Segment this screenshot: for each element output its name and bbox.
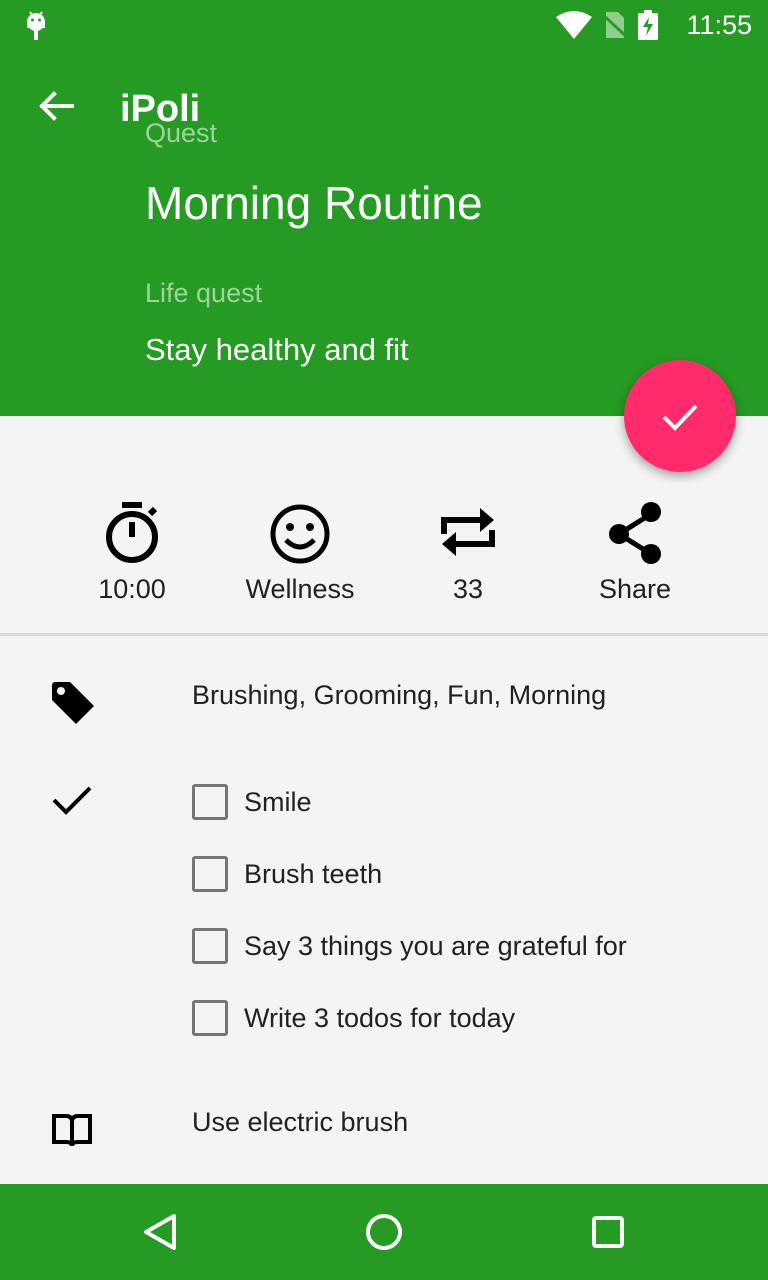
sub-quest-checkbox[interactable]: [192, 856, 228, 892]
duration-action[interactable]: 10:00: [52, 500, 212, 610]
status-time: 11:55: [686, 10, 752, 40]
home-circle-icon[interactable]: [360, 1208, 408, 1256]
book-icon: [52, 1114, 92, 1147]
sub-quest-item[interactable]: Smile: [192, 782, 312, 822]
wifi-icon: [556, 11, 592, 39]
tag-icon: [52, 682, 94, 724]
timer-icon: [106, 502, 158, 563]
quest-title[interactable]: Morning Routine: [145, 176, 483, 230]
tags-text[interactable]: Brushing, Grooming, Fun, Morning: [192, 680, 606, 711]
sub-quest-label: Write 3 todos for today: [244, 1002, 516, 1033]
repeat-action[interactable]: 33: [388, 500, 548, 610]
quest-label: Quest: [145, 118, 218, 148]
sub-quest-label: Smile: [244, 786, 312, 817]
sub-quest-label: Say 3 things you are grateful for: [244, 930, 627, 961]
smiley-icon: [270, 504, 330, 564]
repeat-icon: [441, 508, 495, 556]
no-sim-icon: [602, 12, 628, 40]
sub-quest-checkbox[interactable]: [192, 784, 228, 820]
share-label: Share: [598, 574, 672, 604]
sub-quest-item[interactable]: Brush teeth: [192, 854, 382, 894]
back-triangle-icon[interactable]: [136, 1208, 184, 1256]
recents-square-icon[interactable]: [584, 1208, 632, 1256]
repeat-count-label: 33: [452, 574, 484, 604]
android-icon: [27, 11, 45, 40]
system-nav-bar: [0, 1184, 768, 1280]
note-text[interactable]: Use electric brush: [192, 1107, 408, 1138]
sub-quest-checkbox[interactable]: [192, 928, 228, 964]
share-action[interactable]: Share: [555, 500, 715, 610]
duration-label: 10:00: [98, 574, 166, 604]
quest-actions: 10:00 Wellness 33 Share: [0, 500, 768, 610]
quest-header: iPoli Quest Morning Routine Life quest S…: [0, 48, 768, 416]
status-bar: 11:55: [0, 0, 768, 48]
share-icon: [609, 502, 661, 564]
back-arrow-icon[interactable]: [32, 84, 80, 132]
sub-quest-item[interactable]: Say 3 things you are grateful for: [192, 926, 627, 966]
life-quest-value[interactable]: Stay healthy and fit: [145, 332, 409, 368]
divider: [0, 633, 768, 636]
checklist-check-icon: [52, 786, 92, 815]
sub-quest-label: Brush teeth: [244, 858, 383, 889]
category-action[interactable]: Wellness: [220, 500, 380, 610]
complete-quest-button[interactable]: [624, 360, 736, 472]
sub-quest-checkbox[interactable]: [192, 1000, 228, 1036]
life-quest-label: Life quest: [145, 278, 263, 308]
sub-quest-item[interactable]: Write 3 todos for today: [192, 998, 515, 1038]
category-label: Wellness: [245, 574, 355, 604]
battery-charging-icon: [638, 10, 658, 40]
check-icon: [662, 404, 698, 431]
